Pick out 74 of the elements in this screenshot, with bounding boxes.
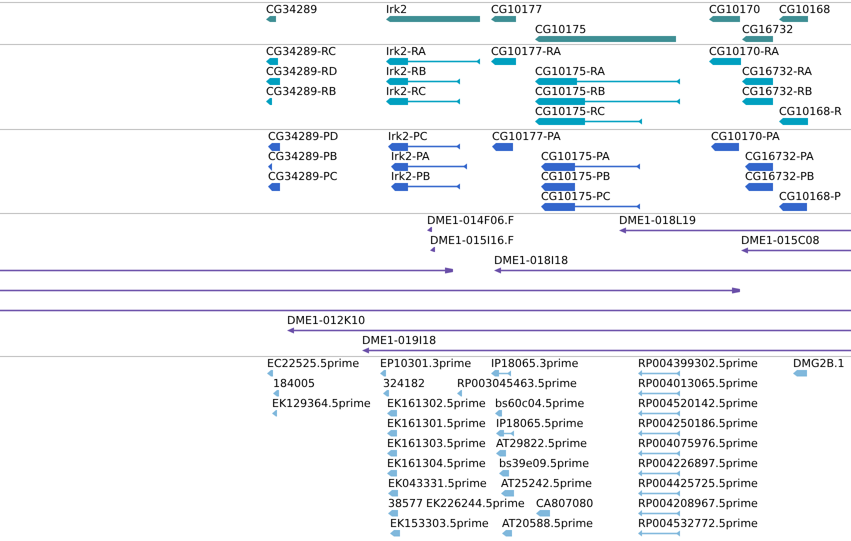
feature-label: RP004013065.5prime bbox=[638, 377, 758, 390]
feature-label: EK161303.5prime bbox=[387, 437, 486, 450]
feature-label: CG10170-RA bbox=[709, 45, 779, 58]
feature-label: DMG2B.1 bbox=[793, 357, 845, 370]
feature-label: CG34289-PD bbox=[268, 130, 338, 143]
feature-label: RP004520142.5prime bbox=[638, 397, 758, 410]
feature-label: CG16732-RA bbox=[742, 65, 812, 78]
feature-label: CG10168-R bbox=[779, 105, 842, 118]
feature-label: CG16732-PB bbox=[745, 170, 814, 183]
feature-label: AT25242.5prime bbox=[501, 477, 592, 490]
feature-label: RP004399302.5prime bbox=[638, 357, 758, 370]
feature-label: EK161302.5prime bbox=[387, 397, 486, 410]
feature-label: DME1-018I18 bbox=[494, 254, 568, 267]
feature-label: Irk2 bbox=[386, 3, 408, 16]
feature-label: 324182 bbox=[383, 377, 425, 390]
feature-label: DME1-015I16.F bbox=[430, 234, 514, 247]
feature-label: Irk2-PA bbox=[391, 150, 430, 163]
feature-label: Irk2-PB bbox=[391, 170, 430, 183]
feature-label: CG10170 bbox=[709, 3, 760, 16]
feature-label: EP10301.3prime bbox=[380, 357, 472, 370]
feature-label: CG10168-P bbox=[779, 190, 841, 203]
feature-label: DME1-012K10 bbox=[287, 314, 366, 327]
feature-label: DME1-014F06.F bbox=[427, 214, 514, 227]
feature-label: CG34289-PC bbox=[268, 170, 338, 183]
feature-label: CG10175 bbox=[535, 23, 586, 36]
feature-label: CG10175-PC bbox=[541, 190, 610, 203]
feature-label: EC22525.5prime bbox=[267, 357, 360, 370]
feature-label: CG10175-RA bbox=[535, 65, 605, 78]
feature-label: EK043331.5prime bbox=[388, 477, 487, 490]
feature-label: EK226244.5prime bbox=[426, 497, 525, 510]
feature-label: CG10170-PA bbox=[711, 130, 780, 143]
feature-label: 184005 bbox=[273, 377, 315, 390]
feature-label: CG34289-RB bbox=[266, 85, 336, 98]
feature-label: bs39e09.5prime bbox=[499, 457, 590, 470]
feature-label: EK129364.5prime bbox=[272, 397, 371, 410]
feature-label: CG34289 bbox=[266, 3, 318, 16]
feature-label: CG10175-PA bbox=[541, 150, 610, 163]
feature-label: bs60c04.5prime bbox=[495, 397, 584, 410]
feature-label: RP004425725.5prime bbox=[638, 477, 758, 490]
feature-label: RP004075976.5prime bbox=[638, 437, 758, 450]
feature-label: IP18065.3prime bbox=[491, 357, 578, 370]
feature-label: RP003045463.5prime bbox=[457, 377, 577, 390]
feature-label: CG16732 bbox=[742, 23, 794, 36]
feature-label: EK153303.5prime bbox=[390, 517, 489, 530]
feature-label: CG16732-RB bbox=[742, 85, 812, 98]
feature-label: DME1-015C08 bbox=[741, 234, 820, 247]
feature-label: CG10175-RB bbox=[535, 85, 606, 98]
feature-label: 38577 bbox=[388, 497, 423, 510]
feature-label: CG10177-PA bbox=[492, 130, 561, 143]
feature-label: Irk2-PC bbox=[388, 130, 428, 143]
feature-label: AT20588.5prime bbox=[502, 517, 593, 530]
feature-label: CG34289-RD bbox=[266, 65, 338, 78]
feature-label: RP004226897.5prime bbox=[638, 457, 758, 470]
feature-label: EK161304.5prime bbox=[387, 457, 486, 470]
feature-label: RP004208967.5prime bbox=[638, 497, 758, 510]
feature-label: CG10177-RA bbox=[491, 45, 561, 58]
feature-label: CG10175-RC bbox=[535, 105, 605, 118]
feature-label: DME1-019I18 bbox=[362, 334, 436, 347]
feature-label: CG34289-PB bbox=[268, 150, 338, 163]
feature-label: RP004250186.5prime bbox=[638, 417, 758, 430]
feature-label: DME1-018L19 bbox=[619, 214, 696, 227]
feature-label: AT29822.5prime bbox=[496, 437, 587, 450]
feature-label: CG16732-PA bbox=[745, 150, 814, 163]
feature-label: CG10177 bbox=[491, 3, 542, 16]
feature-label: Irk2-RA bbox=[386, 45, 426, 58]
feature-label: CG34289-RC bbox=[266, 45, 336, 58]
feature-label: Irk2-RB bbox=[386, 65, 426, 78]
feature-label: CG10175-PB bbox=[541, 170, 610, 183]
feature-label: RP004532772.5prime bbox=[638, 517, 758, 530]
feature-label: IP18065.5prime bbox=[496, 417, 584, 430]
feature-label: CA807080 bbox=[536, 497, 594, 510]
feature-label: EK161301.5prime bbox=[387, 417, 486, 430]
feature-label: Irk2-RC bbox=[386, 85, 426, 98]
feature-label: CG10168 bbox=[779, 3, 830, 16]
